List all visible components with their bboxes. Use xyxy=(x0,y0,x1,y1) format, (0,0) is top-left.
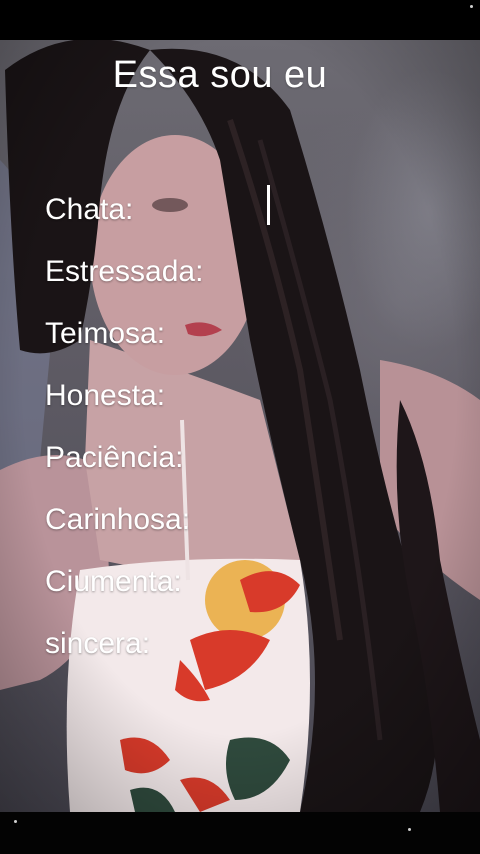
speck xyxy=(14,820,17,823)
trait-label-sincera: sincera: xyxy=(45,627,151,660)
trait-label-paciencia: Paciência: xyxy=(45,441,184,474)
top-letterbox xyxy=(0,0,480,40)
speck xyxy=(470,5,473,8)
trait-label-teimosa: Teimosa: xyxy=(45,317,166,350)
text-caret[interactable] xyxy=(267,185,270,225)
traits-list: Chata: Estressada: Teimosa: Honesta: Pac… xyxy=(45,188,203,684)
trait-label-ciumenta: Ciumenta: xyxy=(45,565,182,598)
trait-label-honesta: Honesta: xyxy=(45,379,166,412)
bottom-letterbox xyxy=(0,812,480,854)
trait-label-chata: Chata: xyxy=(45,193,134,226)
trait-label-estressada: Estressada: xyxy=(45,255,204,288)
overlay-title: Essa sou eu xyxy=(112,54,328,96)
trait-label-carinhosa: Carinhosa: xyxy=(45,503,191,536)
speck xyxy=(408,828,411,831)
